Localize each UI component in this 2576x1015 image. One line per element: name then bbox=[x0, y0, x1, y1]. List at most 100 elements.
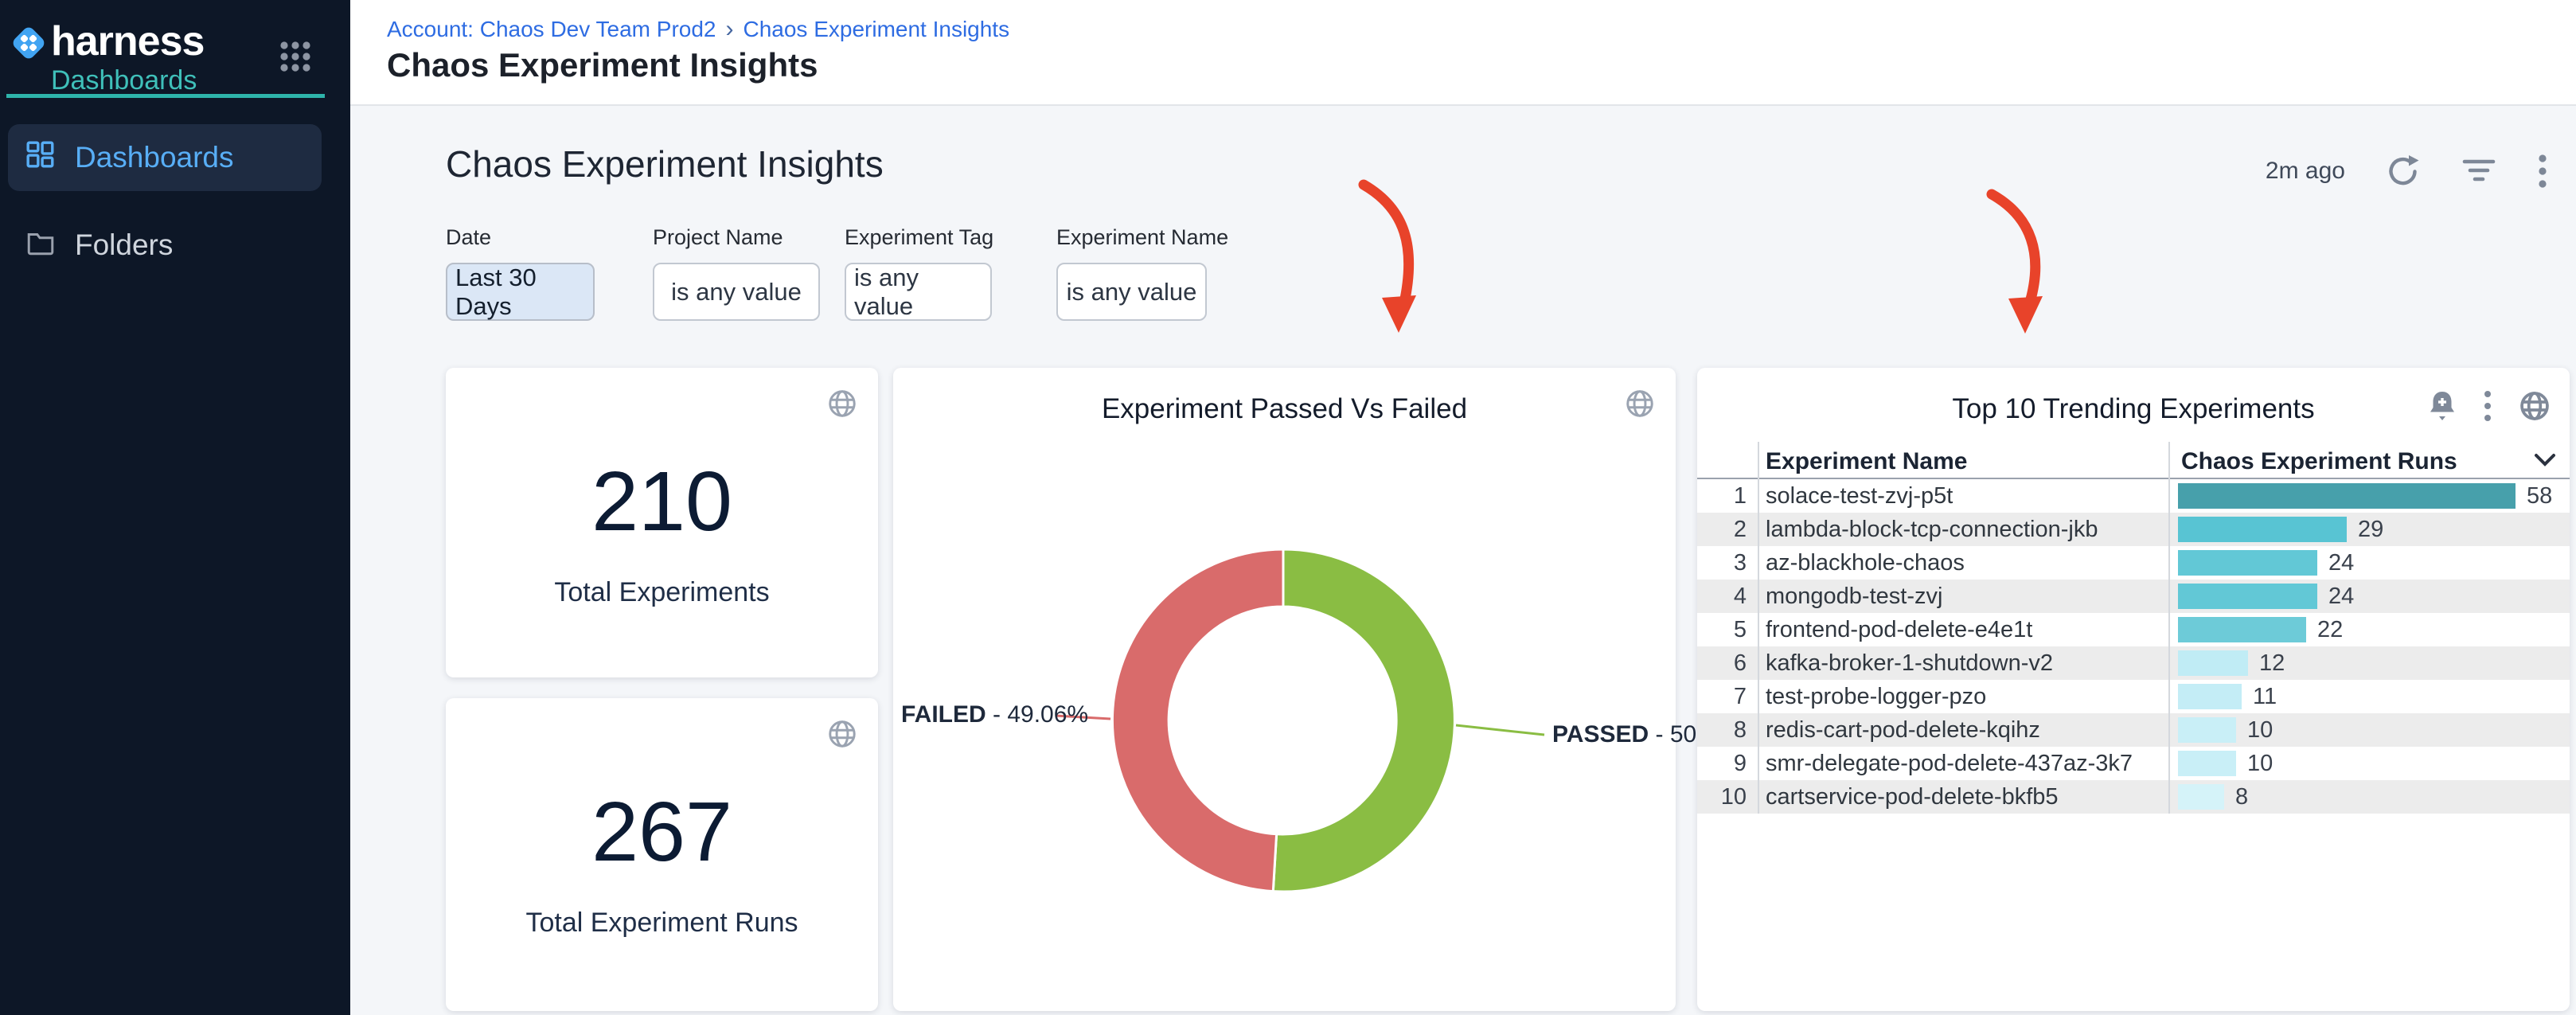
row-index: 9 bbox=[1697, 751, 1758, 777]
experiment-name[interactable]: mongodb-test-zvj bbox=[1758, 584, 2168, 610]
apps-grid-icon[interactable] bbox=[277, 38, 314, 75]
experiment-name[interactable]: test-probe-logger-pzo bbox=[1758, 684, 2168, 710]
dashboards-icon bbox=[25, 139, 56, 177]
runs-bar-cell: 22 bbox=[2168, 617, 2570, 643]
experiment-name[interactable]: smr-delegate-pod-delete-437az-3k7 bbox=[1758, 751, 2168, 777]
filter-experiment-tag-chip[interactable]: is any value bbox=[845, 263, 992, 321]
table-row[interactable]: 3az-blackhole-chaos 24 bbox=[1697, 546, 2570, 580]
runs-value: 10 bbox=[2247, 751, 2273, 777]
runs-value: 10 bbox=[2247, 717, 2273, 744]
breadcrumb: Account: Chaos Dev Team Prod2 › Chaos Ex… bbox=[387, 16, 1009, 43]
runs-bar-cell: 10 bbox=[2168, 717, 2570, 744]
row-index: 8 bbox=[1697, 717, 1758, 744]
page-header: Account: Chaos Dev Team Prod2 › Chaos Ex… bbox=[350, 0, 2576, 106]
table-column-divider bbox=[2168, 442, 2170, 814]
runs-bar[interactable] bbox=[2178, 717, 2236, 743]
sidebar-header: harness Dashboards bbox=[0, 0, 350, 98]
runs-value: 24 bbox=[2328, 584, 2354, 610]
experiment-name[interactable]: redis-cart-pod-delete-kqihz bbox=[1758, 717, 2168, 744]
experiment-name[interactable]: solace-test-zvj-p5t bbox=[1758, 483, 2168, 509]
runs-bar-cell: 12 bbox=[2168, 650, 2570, 677]
total-experiments-label: Total Experiments bbox=[446, 577, 878, 608]
table-row[interactable]: 1solace-test-zvj-p5t 58 bbox=[1697, 479, 2570, 513]
table-row[interactable]: 8redis-cart-pod-delete-kqihz 10 bbox=[1697, 713, 2570, 747]
filter-icon[interactable] bbox=[2461, 157, 2496, 185]
runs-bar[interactable] bbox=[2178, 550, 2317, 576]
runs-value: 29 bbox=[2358, 517, 2383, 543]
sidebar-item-label: Folders bbox=[75, 228, 173, 262]
runs-bar[interactable] bbox=[2178, 684, 2242, 709]
row-index: 10 bbox=[1697, 784, 1758, 810]
dashboard-content: Chaos Experiment Insights 2m ago bbox=[350, 107, 2576, 1015]
dashboard-heading: Chaos Experiment Insights bbox=[446, 142, 884, 185]
total-experiment-runs-label: Total Experiment Runs bbox=[446, 908, 878, 939]
table-row[interactable]: 10cartservice-pod-delete-bkfb5 8 bbox=[1697, 780, 2570, 814]
table-row[interactable]: 7test-probe-logger-pzo11 bbox=[1697, 680, 2570, 713]
breadcrumb-separator: › bbox=[725, 16, 733, 43]
dashboard-toolbar: 2m ago bbox=[2266, 154, 2547, 189]
sidebar-nav: Dashboards Folders bbox=[0, 124, 350, 299]
breadcrumb-account-link[interactable]: Account: Chaos Dev Team Prod2 bbox=[387, 17, 716, 42]
kebab-menu-icon[interactable] bbox=[2538, 154, 2547, 189]
annotation-arrowhead bbox=[1382, 295, 1416, 333]
filter-label: Date bbox=[446, 225, 595, 250]
table-row[interactable]: 6kafka-broker-1-shutdown-v212 bbox=[1697, 646, 2570, 680]
chevron-down-icon[interactable] bbox=[2533, 453, 2557, 471]
harness-logo-icon[interactable] bbox=[8, 22, 49, 68]
page-title: Chaos Experiment Insights bbox=[387, 46, 818, 84]
row-index: 2 bbox=[1697, 517, 1758, 543]
row-index: 3 bbox=[1697, 550, 1758, 576]
column-header-chaos-experiment-runs[interactable]: Chaos Experiment Runs bbox=[2181, 448, 2457, 475]
globe-icon[interactable] bbox=[2517, 388, 2552, 424]
kebab-menu-icon[interactable] bbox=[2484, 390, 2492, 422]
table-row[interactable]: 5frontend-pod-delete-e4e1t22 bbox=[1697, 613, 2570, 646]
total-experiment-runs-card: 267 Total Experiment Runs bbox=[446, 698, 878, 1011]
runs-bar-cell: 10 bbox=[2168, 751, 2570, 777]
sidebar-item-dashboards[interactable]: Dashboards bbox=[8, 124, 322, 191]
row-index: 1 bbox=[1697, 483, 1758, 509]
runs-bar[interactable] bbox=[2178, 650, 2248, 676]
folder-icon bbox=[25, 227, 56, 264]
runs-bar[interactable] bbox=[2178, 517, 2347, 542]
runs-bar[interactable] bbox=[2178, 784, 2224, 810]
experiment-name[interactable]: frontend-pod-delete-e4e1t bbox=[1758, 617, 2168, 643]
filter-experiment-name-chip[interactable]: is any value bbox=[1056, 263, 1207, 321]
experiment-name[interactable]: kafka-broker-1-shutdown-v2 bbox=[1758, 650, 2168, 677]
refresh-icon[interactable] bbox=[2387, 154, 2420, 188]
runs-value: 8 bbox=[2235, 784, 2248, 810]
donut-slice-passed[interactable] bbox=[1273, 549, 1454, 892]
runs-bar[interactable] bbox=[2178, 483, 2516, 509]
table-row[interactable]: 4mongodb-test-zvj24 bbox=[1697, 580, 2570, 613]
breadcrumb-current-link[interactable]: Chaos Experiment Insights bbox=[743, 17, 1009, 42]
runs-value: 22 bbox=[2317, 617, 2343, 643]
runs-value: 58 bbox=[2527, 483, 2552, 509]
failed-label-pct: - 49.06% bbox=[986, 701, 1088, 728]
experiment-name[interactable]: az-blackhole-chaos bbox=[1758, 550, 2168, 576]
passed-vs-failed-card: Experiment Passed Vs Failed FAILED - 49.… bbox=[893, 368, 1676, 1011]
donut-slice-failed[interactable] bbox=[1112, 549, 1283, 892]
table-row[interactable]: 9smr-delegate-pod-delete-437az-3k7 10 bbox=[1697, 747, 2570, 780]
globe-icon[interactable] bbox=[825, 717, 859, 751]
passed-failed-donut-chart bbox=[893, 368, 1676, 1011]
runs-value: 24 bbox=[2328, 550, 2354, 576]
column-header-experiment-name[interactable]: Experiment Name bbox=[1766, 448, 1967, 475]
sidebar-accent-divider bbox=[6, 94, 325, 98]
total-experiment-runs-value: 267 bbox=[446, 784, 878, 880]
filter-date-chip[interactable]: Last 30 Days bbox=[446, 263, 595, 321]
filter-date: Date Last 30 Days bbox=[446, 225, 595, 321]
globe-icon[interactable] bbox=[825, 387, 859, 420]
table-column-divider bbox=[1758, 442, 1759, 814]
module-name: Dashboards bbox=[51, 65, 197, 96]
table-row[interactable]: 2lambda-block-tcp-connection-jkb 29 bbox=[1697, 513, 2570, 546]
row-index: 7 bbox=[1697, 684, 1758, 710]
sidebar-item-folders[interactable]: Folders bbox=[8, 212, 322, 279]
experiment-name[interactable]: lambda-block-tcp-connection-jkb bbox=[1758, 517, 2168, 543]
total-experiments-value: 210 bbox=[446, 454, 878, 550]
experiment-name[interactable]: cartservice-pod-delete-bkfb5 bbox=[1758, 784, 2168, 810]
filter-project-name-chip[interactable]: is any value bbox=[653, 263, 820, 321]
runs-bar[interactable] bbox=[2178, 617, 2306, 642]
bell-plus-icon[interactable] bbox=[2426, 389, 2458, 423]
runs-bar[interactable] bbox=[2178, 584, 2317, 609]
runs-bar[interactable] bbox=[2178, 751, 2236, 776]
runs-bar-cell: 8 bbox=[2168, 784, 2570, 810]
